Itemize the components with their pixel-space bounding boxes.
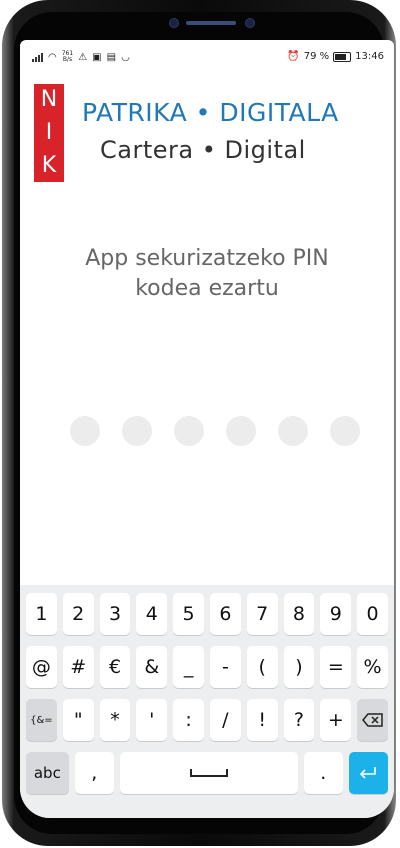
pin-dot [70,416,100,446]
status-left: ◠ 761 B/s ⚠ ▣ ▤ ◡ [32,51,130,63]
battery-icon [333,51,352,62]
key-9[interactable]: 9 [320,593,352,635]
space-key[interactable] [119,752,298,794]
key-comma[interactable]: , [74,752,114,794]
keyboard-row-symbols: @ # € & _ - ( ) = % [26,646,388,688]
clock: 13:46 [355,51,384,62]
key-slash[interactable]: / [209,699,241,741]
key-ampersand[interactable]: & [136,646,168,688]
app-subtitle: Cartera • Digital [100,136,306,164]
phone-frame: ◠ 761 B/s ⚠ ▣ ▤ ◡ ⏰ 79 % 13:46 N I K PATR… [2,0,396,846]
enter-icon [360,767,377,779]
key-equals[interactable]: = [320,646,352,688]
nik-logo: N I K [34,84,64,182]
battery-fill [335,53,347,60]
network-speed: 761 B/s [62,51,73,63]
logo-letter: K [41,152,57,178]
backspace-key[interactable] [357,699,388,741]
sensor [246,19,254,27]
alarm-icon: ⏰ [287,51,300,62]
key-1[interactable]: 1 [26,593,57,635]
symbols-switch-key[interactable]: {&= [26,699,57,741]
key-colon[interactable]: : [173,699,204,741]
key-underscore[interactable]: _ [173,646,204,688]
key-euro[interactable]: € [99,646,131,688]
status-right: ⏰ 79 % 13:46 [287,51,384,62]
space-icon [189,769,228,777]
logo-letter: I [45,119,53,145]
key-exclamation[interactable]: ! [246,699,278,741]
key-period[interactable]: . [303,752,343,794]
logo-letter: N [40,87,58,113]
keyboard-row-digits: 1 2 3 4 5 6 7 8 9 0 [26,593,388,635]
status-bar: ◠ 761 B/s ⚠ ▣ ▤ ◡ ⏰ 79 % 13:46 [20,40,394,74]
key-percent[interactable]: % [357,646,388,688]
wifi-icon: ◠ [48,51,57,63]
network-speed-unit: B/s [62,56,73,63]
backspace-icon [361,713,383,727]
battery-percent: 79 % [303,51,330,62]
key-8[interactable]: 8 [283,593,315,635]
pin-prompt-line1: App sekurizatzeko PIN [85,246,329,271]
enter-key[interactable] [348,752,388,794]
key-hash[interactable]: # [62,646,94,688]
key-plus[interactable]: + [320,699,352,741]
screen: ◠ 761 B/s ⚠ ▣ ▤ ◡ ⏰ 79 % 13:46 N I K PATR… [20,40,394,818]
pin-prompt-line2: kodea ezartu [135,276,279,301]
pin-dot [122,416,152,446]
front-camera [170,19,178,27]
key-at[interactable]: @ [26,646,57,688]
signal-icon [32,52,43,62]
key-apostrophe[interactable]: ' [136,699,168,741]
pin-dot [278,416,308,446]
keyboard-row-bottom: abc , . [26,752,388,794]
earpiece [186,21,236,25]
pin-prompt: App sekurizatzeko PIN kodea ezartu [20,244,394,304]
smile-icon: ◡ [121,51,130,63]
key-5[interactable]: 5 [173,593,204,635]
key-close-paren[interactable]: ) [283,646,315,688]
key-6[interactable]: 6 [209,593,241,635]
key-3[interactable]: 3 [99,593,131,635]
key-question[interactable]: ? [283,699,315,741]
warning-icon: ⚠ [78,51,88,63]
key-4[interactable]: 4 [136,593,168,635]
key-0[interactable]: 0 [357,593,388,635]
key-2[interactable]: 2 [62,593,94,635]
pin-dot [330,416,360,446]
keyboard-row-more-symbols: {&= " * ' : / ! ? + [26,699,388,741]
abc-key[interactable]: abc [26,752,69,794]
key-7[interactable]: 7 [246,593,278,635]
app-title: PATRIKA • DIGITALA [82,98,339,127]
key-quote[interactable]: " [62,699,94,741]
pin-dot [174,416,204,446]
numeric-keyboard: 1 2 3 4 5 6 7 8 9 0 @ # € & _ - ( ) = % … [20,585,394,818]
pin-dot [226,416,256,446]
key-minus[interactable]: - [209,646,241,688]
message-icon: ▤ [106,51,117,63]
pin-dots[interactable] [70,416,360,446]
teams-icon: ▣ [92,51,102,63]
key-open-paren[interactable]: ( [246,646,278,688]
key-asterisk[interactable]: * [99,699,131,741]
